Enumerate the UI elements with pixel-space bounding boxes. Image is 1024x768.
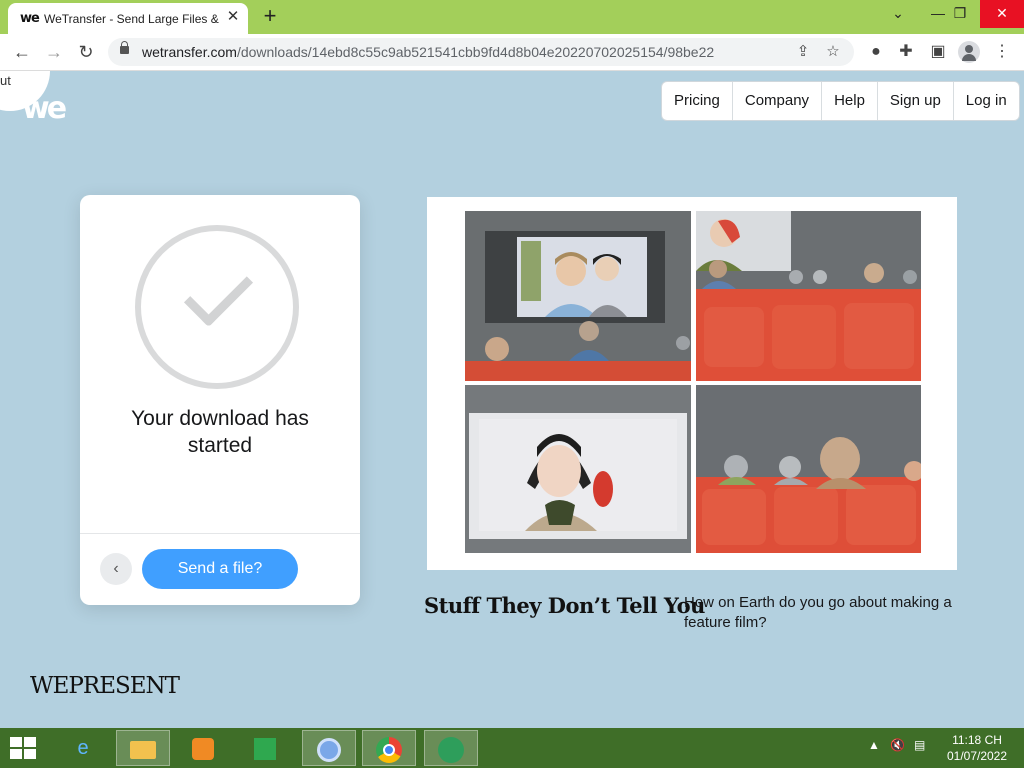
window-close-button[interactable]: ✕	[980, 0, 1024, 28]
speaker-muted-icon[interactable]: 🔇	[890, 738, 905, 752]
chromium-icon[interactable]	[302, 730, 356, 766]
store-icon[interactable]	[238, 730, 292, 766]
illustration-panel	[696, 385, 921, 553]
top-navigation: Pricing Company Help Sign up Log in	[661, 81, 1020, 121]
extension-blocked-icon[interactable]: ●	[862, 38, 890, 66]
checkmark-circle-icon	[135, 225, 299, 389]
browser-toolbar: ← → ↻ wetransfer.com/downloads/14ebd8c55…	[0, 34, 1024, 71]
nav-company[interactable]: Company	[731, 82, 821, 120]
clock-date: 01/07/2022	[946, 749, 1008, 763]
card-divider	[80, 533, 360, 534]
url-text: wetransfer.com/downloads/14ebd8c55c9ab52…	[142, 44, 714, 60]
forward-arrow-icon[interactable]: →	[40, 38, 68, 66]
wepresent-logo[interactable]: WEPRESENT	[30, 673, 180, 699]
tab-search-chevron-icon[interactable]: ⌄	[878, 0, 918, 28]
nav-help[interactable]: Help	[821, 82, 877, 120]
back-chevron-button[interactable]: ‹	[100, 553, 132, 585]
media-player-icon[interactable]	[176, 730, 230, 766]
browser-tab-bar: we WeTransfer - Send Large Files & ✕ + ⌄…	[0, 0, 1024, 34]
illustration-panel	[465, 385, 691, 553]
windows-taskbar: e ▲ 🔇 ▤ 11:18 CH 01/07/2022	[0, 728, 1024, 768]
illustration-panel	[465, 211, 691, 381]
nav-log-in[interactable]: Log in	[952, 82, 1019, 120]
address-bar[interactable]: wetransfer.com/downloads/14ebd8c55c9ab52…	[108, 38, 854, 66]
nav-sign-up[interactable]: Sign up	[876, 82, 953, 120]
url-host: wetransfer.com	[142, 44, 237, 60]
share-icon[interactable]: ⇪	[792, 41, 814, 63]
chrome-icon[interactable]	[362, 730, 416, 766]
clock-time: 11:18 CH	[952, 733, 1002, 747]
url-path: /downloads/14ebd8c55c9ab521541cbb9fd4d8b…	[236, 44, 715, 60]
page-content: ut we Pricing Company Help Sign up Log i…	[0, 71, 1024, 727]
file-explorer-icon[interactable]	[116, 730, 170, 766]
browser-tab[interactable]: we WeTransfer - Send Large Files & ✕	[8, 3, 248, 34]
network-icon[interactable]: ▤	[914, 738, 925, 752]
illustration-panel	[696, 211, 921, 381]
tab-title: WeTransfer - Send Large Files &	[44, 12, 219, 26]
send-file-button[interactable]: Send a file?	[142, 549, 298, 589]
wetransfer-logo[interactable]: we	[22, 91, 67, 126]
checkmark-icon	[183, 257, 254, 328]
nav-pricing[interactable]: Pricing	[662, 82, 732, 120]
feature-description[interactable]: How on Earth do you go about making a fe…	[684, 593, 974, 633]
download-status-text: Your download has started	[131, 407, 309, 457]
tray-chevron-icon[interactable]: ▲	[868, 738, 880, 752]
back-arrow-icon[interactable]: ←	[8, 38, 36, 66]
internet-explorer-icon[interactable]: e	[56, 730, 110, 766]
windows-start-icon[interactable]	[10, 737, 38, 761]
taskbar-clock[interactable]: 11:18 CH 01/07/2022	[940, 732, 1014, 764]
restore-button[interactable]: ❐	[940, 0, 980, 28]
extensions-puzzle-icon[interactable]: ✚	[892, 38, 920, 66]
feature-title[interactable]: Stuff They Don’t Tell You	[424, 593, 705, 618]
tab-close-icon[interactable]: ✕	[224, 8, 242, 26]
feature-illustration[interactable]	[427, 197, 957, 570]
download-card: Your download has started ‹ Send a file?	[80, 195, 360, 605]
lock-icon[interactable]	[120, 41, 129, 54]
menu-kebab-icon[interactable]: ⋮	[988, 38, 1016, 66]
downloader-icon[interactable]	[424, 730, 478, 766]
corner-text[interactable]: ut	[0, 73, 11, 88]
wetransfer-favicon-icon: we	[20, 11, 40, 26]
profile-avatar-icon[interactable]	[958, 41, 980, 63]
side-panel-icon[interactable]: ▣	[924, 38, 952, 66]
new-tab-button[interactable]: +	[258, 4, 282, 28]
bookmark-star-icon[interactable]: ☆	[822, 41, 844, 63]
reload-icon[interactable]: ↻	[72, 38, 100, 66]
